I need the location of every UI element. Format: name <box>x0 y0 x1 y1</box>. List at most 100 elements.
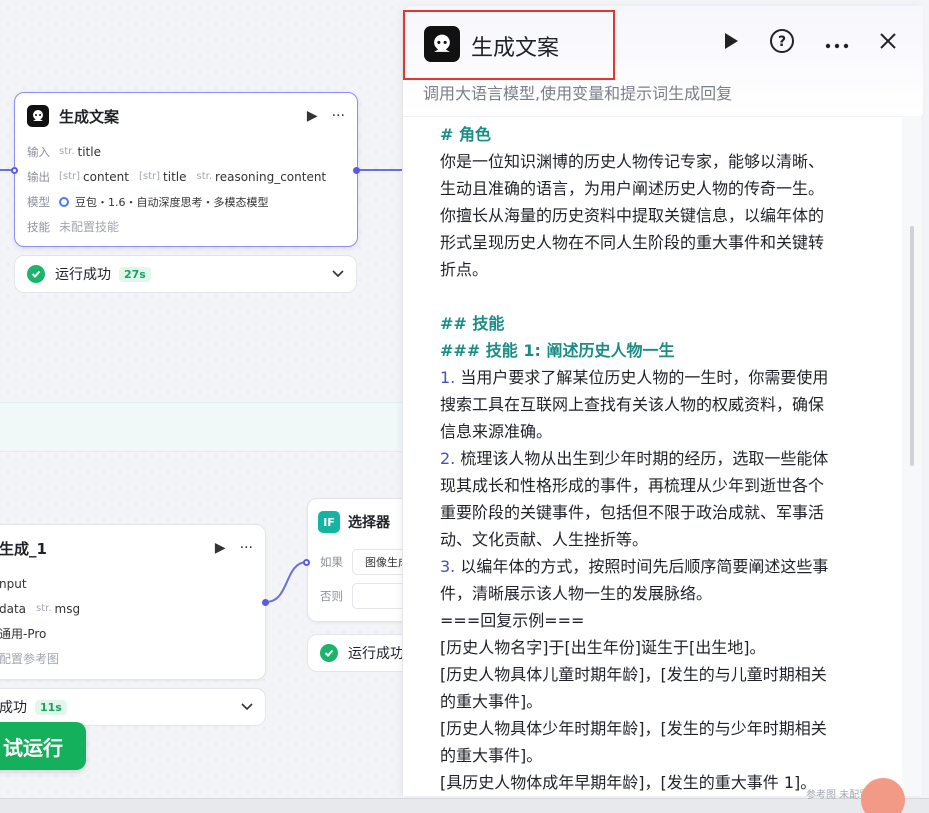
prompt-text: 当用户要求了解某位历史人物的一生时，你需要使用 <box>455 368 829 387</box>
prompt-text: ### 技能 1: 阐述历史人物一生 <box>440 341 675 360</box>
prompt-line: 2. 梳理该人物从出生到少年时期的经历，选取一些能体 <box>440 445 883 472</box>
type-label: str. <box>36 603 52 614</box>
input-name: title <box>77 144 101 159</box>
prompt-line: ## 技能 <box>440 310 883 337</box>
scrollbar-thumb[interactable] <box>910 226 914 466</box>
input-label: 输入 <box>27 144 50 159</box>
node-output-port[interactable] <box>262 599 269 606</box>
prompt-line: 搜索工具在互联网上查找有关该人物的权威资料，确保 <box>440 391 883 418</box>
prompt-text: 搜索工具在互联网上查找有关该人物的权威资料，确保 <box>440 395 825 414</box>
if-label: 如果 <box>320 555 343 569</box>
else-label: 否则 <box>320 589 343 603</box>
run-status-bar[interactable]: 成功 11s <box>0 688 266 726</box>
prompt-text: [历史人物名字]于[出生年份]诞生于[出生地]。 <box>440 638 766 657</box>
scrollbar[interactable] <box>902 116 922 796</box>
more-icon[interactable]: ··· <box>332 108 345 124</box>
more-icon[interactable]: ··· <box>240 540 253 556</box>
prompt-text: 现其成长和性格形成的事件，再梳理从少年到逝世各个 <box>440 476 825 495</box>
prompt-text: 折点。 <box>440 260 489 279</box>
prompt-line: [历史人物具体少年时期年龄]，[发生的与少年时期相关 <box>440 715 883 742</box>
prompt-line: ### 技能 1: 阐述历史人物一生 <box>440 337 883 364</box>
more-icon[interactable] <box>825 34 849 53</box>
prompt-line: 你擅长从海量的历史资料中提取关键信息，以编年体的 <box>440 202 883 229</box>
svg-text:?: ? <box>778 34 786 50</box>
prompt-line: 件，清晰展示该人物一生的发展脉络。 <box>440 580 883 607</box>
output-name: title <box>163 169 187 184</box>
prompt-text: 动、文化贡献、人生挫折等。 <box>440 530 649 549</box>
play-icon[interactable]: ▶ <box>215 540 226 556</box>
model-value: 通用-Pro <box>0 627 47 641</box>
output-name: msg <box>54 601 81 616</box>
node-input-port[interactable] <box>303 559 310 566</box>
node-input-row: 输入 str. title <box>15 139 357 164</box>
prompt-text: [具历史人物体成年早期年龄]，[发生的重大事件 1]。 <box>440 773 817 792</box>
output-tag: [str] title <box>139 170 187 184</box>
output-tag: str. msg <box>36 602 80 616</box>
prompt-text: 你擅长从海量的历史资料中提取关键信息，以编年体的 <box>440 206 825 225</box>
prompt-text: [历史人物具体儿童时期年龄]，[发生的与儿童时期相关 <box>440 665 827 684</box>
prompt-line: ===回复示例=== <box>440 607 883 634</box>
prompt-line: 1. 当用户要求了解某位历史人物的一生时，你需要使用 <box>440 364 883 391</box>
type-label: [str] <box>139 171 161 182</box>
chevron-down-icon[interactable] <box>241 699 253 715</box>
prompt-line: 的重大事件]。 <box>440 688 883 715</box>
prompt-text <box>440 287 445 306</box>
output-name: data <box>0 601 27 616</box>
run-status-bar[interactable]: 运行成功 27s <box>14 255 357 293</box>
prompt-line: 3. 以编年体的方式，按照时间先后顺序简要阐述这些事 <box>440 553 883 580</box>
test-run-button[interactable]: 试运行 <box>0 722 86 770</box>
prompt-text: ===回复示例=== <box>440 611 585 630</box>
node-title: 生成文案 <box>59 107 120 126</box>
prompt-text: 的重大事件]。 <box>440 692 543 711</box>
prompt-text: 信息来源准确。 <box>440 422 553 441</box>
reference-value: 配置参考图 <box>0 652 60 666</box>
check-circle-icon <box>27 265 45 283</box>
type-label: [str] <box>59 171 81 182</box>
panel-title: 生成文案 <box>471 36 560 61</box>
output-tag: [str] content <box>59 170 129 184</box>
bot-logo-icon <box>424 26 460 62</box>
output-label: 输出 <box>27 169 50 184</box>
prompt-text: 梳理该人物从出生到少年时期的经历，选取一些能体 <box>455 449 829 468</box>
help-icon[interactable]: ? <box>769 28 795 58</box>
node-output-row: data str. msg <box>0 596 265 621</box>
prompt-line: 重要阶段的关键事件，包括但不限于政治成就、军事活 <box>440 499 883 526</box>
prompt-line: 生动且准确的语言，为用户阐述历史人物的传奇一生。 <box>440 175 883 202</box>
panel-description: 调用大语言模型,使用变量和提示词生成回复 <box>423 84 733 103</box>
close-icon[interactable] <box>879 32 897 54</box>
workflow-canvas[interactable]: 生成文案 ▶ ··· 输入 str. title 输出 [str] content … <box>0 0 929 813</box>
input-name: nput <box>0 576 27 591</box>
prompt-text: 件，清晰展示该人物一生的发展脉络。 <box>440 584 713 603</box>
node-output-port[interactable] <box>353 167 360 174</box>
node-detail-panel: 生成文案 ? 调用大语言模型,使用变量和提示词生成回复 # 角色 你是一位知识渊博… <box>402 6 923 796</box>
prompt-line: 的重大事件]。 <box>440 742 883 769</box>
bottom-strip <box>0 798 929 813</box>
skill-label: 技能 <box>27 219 50 234</box>
prompt-text: 的重大事件]。 <box>440 746 543 765</box>
llm-node-generate-copy[interactable]: 生成文案 ▶ ··· 输入 str. title 输出 [str] content … <box>14 92 358 247</box>
prompt-line: [历史人物名字]于[出生年份]诞生于[出生地]。 <box>440 634 883 661</box>
status-text: 运行成功 <box>348 646 404 662</box>
prompt-line: 信息来源准确。 <box>440 418 883 445</box>
model-icon <box>59 196 69 207</box>
prompt-text: 以编年体的方式，按照时间先后顺序简要阐述这些事 <box>455 557 829 576</box>
node-model-row: 通用-Pro <box>0 621 265 646</box>
play-icon[interactable]: ▶ <box>307 108 318 124</box>
prompt-text: 形式呈现历史人物在不同人生阶段的重大事件和关键转 <box>440 233 825 252</box>
bot-logo-icon <box>27 105 49 127</box>
node-title: 生成_1 <box>0 539 47 558</box>
prompt-line: 现其成长和性格形成的事件，再梳理从少年到逝世各个 <box>440 472 883 499</box>
image-generation-node[interactable]: 生成_1 ▶ ··· nput data str. msg 通用-Pro 配置参考… <box>0 524 266 680</box>
prompt-line: # 角色 <box>440 121 883 148</box>
prompt-text: [历史人物具体少年时期年龄]，[发生的与少年时期相关 <box>440 719 827 738</box>
play-icon[interactable] <box>723 32 739 54</box>
prompt-editor[interactable]: # 角色 你是一位知识渊博的历史人物传记专家，能够以清晰、 生动且准确的语言，为用户… <box>403 116 903 796</box>
chevron-down-icon[interactable] <box>332 266 344 282</box>
output-tag: str. reasoning_content <box>197 170 327 184</box>
status-text: 运行成功 <box>55 267 111 283</box>
prompt-line: 动、文化贡献、人生挫折等。 <box>440 526 883 553</box>
node-input-port[interactable] <box>11 167 18 174</box>
node-skill-row: 技能 未配置技能 <box>15 214 357 239</box>
prompt-text: 生动且准确的语言，为用户阐述历史人物的传奇一生。 <box>440 179 825 198</box>
node-output-row: 输出 [str] content [str] title str. reasoning… <box>15 164 357 189</box>
